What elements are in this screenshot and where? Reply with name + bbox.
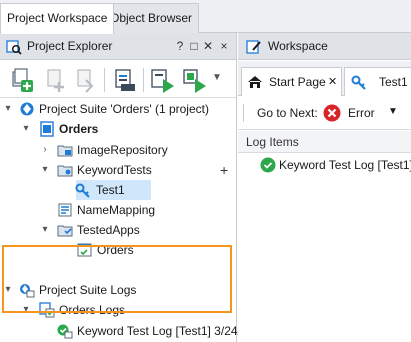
- collapse-icon[interactable]: ▾: [21, 119, 31, 139]
- tree-label: NameMapping: [77, 203, 156, 217]
- collapse-icon[interactable]: ▾: [3, 99, 13, 119]
- tree-label: Orders: [97, 243, 134, 257]
- explorer-toolbar: ▼: [0, 60, 236, 98]
- tree-label: KeywordTests: [77, 163, 152, 177]
- project-explorer-panel: Project Explorer ? □ ✕ × ▼ ▾ Project Sui…: [0, 33, 241, 342]
- workspace-panel: Workspace Start Page ✕ Test1 Go to Next:…: [238, 33, 411, 342]
- tree-label: Project Suite Logs: [39, 283, 137, 297]
- project-explorer-title: Project Explorer: [27, 39, 113, 53]
- log-item-label: Keyword Test Log [Test1]: [279, 158, 411, 172]
- add-keyword-test-icon[interactable]: +: [220, 160, 228, 180]
- tree-label: ImageRepository: [77, 143, 168, 157]
- workspace-title: Workspace: [268, 39, 328, 53]
- tab-object-browser[interactable]: Object Browser: [103, 3, 200, 33]
- application-icon: [77, 243, 92, 257]
- tree-label: Orders: [59, 122, 99, 136]
- help-icon[interactable]: ?: [174, 38, 186, 54]
- tested-apps-icon: [57, 225, 73, 237]
- copy-item-icon[interactable]: [72, 66, 100, 94]
- view-logs-icon[interactable]: [111, 66, 139, 94]
- goto-next-label: Go to Next:: [257, 106, 318, 120]
- tab-label: Start Page: [269, 75, 326, 89]
- tree-label: TestedApps: [77, 223, 140, 237]
- tab-label: Test1: [379, 75, 408, 89]
- passed-icon: [260, 157, 276, 173]
- run-test-icon[interactable]: [180, 66, 208, 94]
- close-icon[interactable]: ×: [218, 38, 230, 54]
- tab-test1[interactable]: Test1: [344, 67, 411, 96]
- goto-next-value[interactable]: Error: [348, 106, 375, 120]
- project-suite-icon: [20, 102, 34, 116]
- tree-item-orders-project[interactable]: ▾ Orders: [0, 119, 236, 139]
- tree-item-orders-logs[interactable]: ▾ Orders Logs: [0, 300, 236, 320]
- home-icon: [248, 76, 262, 88]
- collapse-icon[interactable]: ▾: [3, 280, 13, 300]
- project-logs-icon: [39, 302, 55, 318]
- tab-start-page[interactable]: Start Page ✕: [241, 67, 342, 96]
- folder-keyword-icon: [57, 165, 73, 177]
- expand-icon[interactable]: ›: [40, 140, 50, 160]
- add-existing-item-icon[interactable]: [42, 66, 70, 94]
- log-items-header: Log Items: [238, 131, 411, 153]
- folder-image-icon: [57, 145, 73, 157]
- toolbar-separator: [104, 68, 105, 92]
- close-tab-icon[interactable]: ✕: [328, 68, 337, 96]
- top-tab-strip: Project Workspace Object Browser: [0, 0, 411, 34]
- tree-item-project-suite[interactable]: ▾ Project Suite 'Orders' (1 project): [0, 99, 236, 119]
- tree-item-tested-apps[interactable]: ▾ TestedApps: [0, 220, 236, 240]
- workspace-icon: [246, 40, 261, 54]
- document-tabs: Start Page ✕ Test1: [238, 61, 411, 96]
- tree-item-keyword-tests[interactable]: ▾ KeywordTests +: [0, 160, 236, 180]
- tree-label: Keyword Test Log [Test1] 3/24/: [77, 324, 241, 338]
- tree-item-project-suite-logs[interactable]: ▾ Project Suite Logs: [0, 280, 236, 300]
- project-explorer-icon: [6, 40, 22, 55]
- tree-item-test1[interactable]: Test1: [75, 180, 151, 200]
- name-mapping-icon: [58, 203, 72, 217]
- project-icon: [40, 121, 54, 137]
- toolbar-separator: [243, 104, 244, 122]
- tree-label: Test1: [96, 183, 125, 197]
- log-items-title: Log Items: [246, 135, 299, 149]
- keyword-test-icon: [75, 183, 90, 198]
- project-tree: ▾ Project Suite 'Orders' (1 project) ▾ O…: [0, 99, 241, 342]
- tree-item-keyword-test-log[interactable]: Keyword Test Log [Test1] 3/24/: [0, 321, 241, 341]
- project-explorer-header: Project Explorer ? □ ✕ ×: [0, 33, 236, 60]
- error-icon[interactable]: [323, 104, 341, 122]
- log-item-row[interactable]: Keyword Test Log [Test1]: [238, 154, 411, 176]
- tab-project-workspace[interactable]: Project Workspace: [0, 3, 115, 34]
- run-project-icon[interactable]: [148, 66, 176, 94]
- collapse-icon[interactable]: ▾: [21, 300, 31, 320]
- tree-item-image-repository[interactable]: › ImageRepository: [0, 140, 236, 160]
- maximize-icon[interactable]: □: [188, 38, 200, 54]
- tree-item-orders-app[interactable]: Orders: [0, 240, 236, 260]
- passed-log-icon: [57, 324, 73, 339]
- tree-label: Orders Logs: [59, 303, 126, 317]
- add-new-item-icon[interactable]: [8, 66, 36, 94]
- pin-icon[interactable]: ✕: [202, 38, 214, 54]
- suite-logs-icon: [20, 284, 35, 298]
- goto-dropdown-icon[interactable]: ▼: [388, 106, 398, 117]
- toolbar-separator: [143, 68, 144, 92]
- run-dropdown-icon[interactable]: ▼: [212, 72, 222, 83]
- collapse-icon[interactable]: ▾: [40, 160, 50, 180]
- log-navigation-bar: Go to Next: Error ▼: [238, 96, 411, 130]
- tree-label: Project Suite 'Orders' (1 project): [39, 102, 209, 116]
- keyword-test-icon: [351, 75, 366, 90]
- workspace-header: Workspace: [238, 33, 411, 60]
- collapse-icon[interactable]: ▾: [40, 220, 50, 240]
- tree-item-name-mapping[interactable]: NameMapping: [0, 200, 236, 220]
